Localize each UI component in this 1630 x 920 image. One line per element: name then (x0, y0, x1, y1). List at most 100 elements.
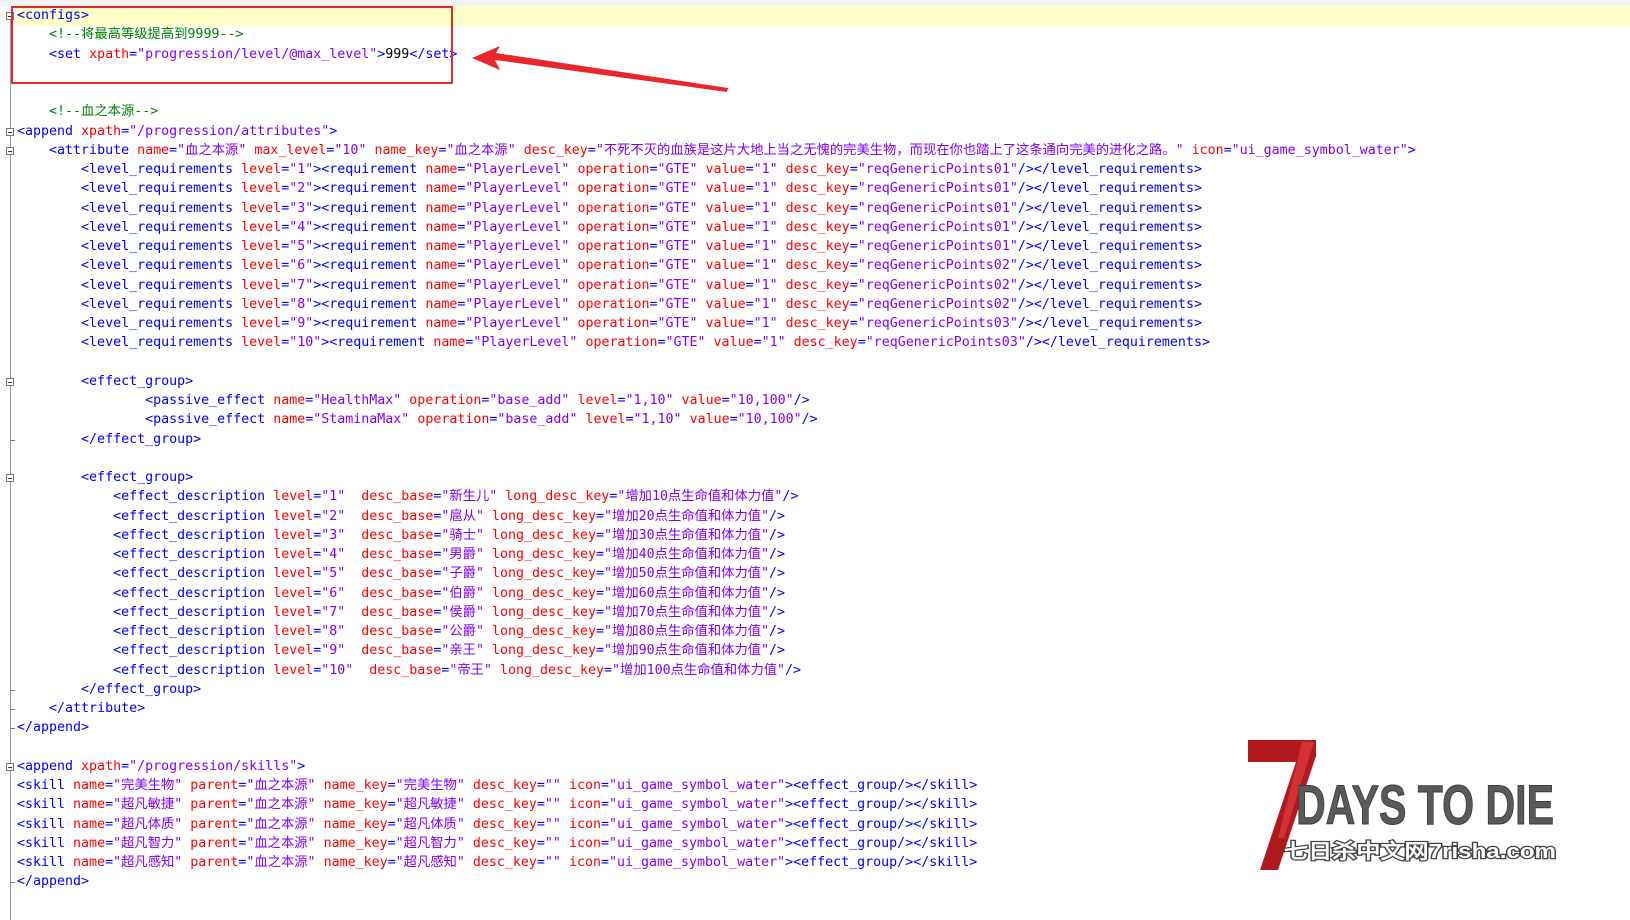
code-token: > (329, 123, 338, 139)
code-token: "" (544, 816, 561, 832)
code-token: = (753, 335, 762, 351)
code-token: "reqGenericPoints03" (865, 335, 1026, 351)
code-line[interactable]: </append> (17, 718, 89, 738)
code-token: "10,100" (737, 412, 802, 428)
code-token: ><requirement (313, 219, 426, 235)
code-editor[interactable]: <configs> <!--将最高等级提高到9999--> <set xpath… (0, 0, 1630, 920)
code-token: level (241, 181, 282, 197)
code-token: <level_requirements (81, 258, 242, 274)
code-line[interactable]: <skill name="超凡智力" parent="血之本源" name_ke… (17, 834, 977, 854)
code-line[interactable]: <effect_description level="5" desc_base=… (17, 564, 785, 584)
code-token: ><requirement (313, 181, 426, 197)
code-token: desc_base (345, 547, 434, 562)
fold-toggle-icon[interactable] (6, 474, 14, 482)
code-token: ><effect_group/></skill> (785, 816, 978, 832)
code-token: = (600, 778, 609, 793)
code-line[interactable]: <level_requirements level="3"><requireme… (17, 199, 1202, 219)
code-token: "reqGenericPoints01" (857, 239, 1018, 254)
code-line[interactable]: <level_requirements level="5"><requireme… (17, 237, 1202, 257)
code-line[interactable]: <effect_description level="7" desc_base=… (17, 603, 785, 623)
code-line[interactable]: </append> (17, 872, 89, 892)
fold-toggle-icon[interactable] (6, 146, 14, 155)
code-line[interactable]: <passive_effect name = "StaminaMax" operat… (17, 410, 818, 430)
code-line[interactable]: <level_requirements level="10"><requirem… (17, 333, 1210, 353)
code-token: ><requirement (313, 239, 426, 254)
code-line[interactable]: <passive_effect name = "HealthMax" operati… (17, 391, 810, 411)
code-line[interactable]: <effect_group> (17, 372, 193, 392)
code-token: = (587, 142, 596, 158)
code-token: "超凡感知" (113, 855, 183, 870)
code-token: "增加10点生命值和体力值" (617, 489, 783, 505)
code-line[interactable]: <attribute name="血之本源" max_level="10" na… (17, 141, 1416, 161)
code-token: <effect_description (113, 643, 274, 659)
code-token: "PlayerLevel" (473, 335, 578, 351)
code-line[interactable]: <!--血之本源--> (17, 102, 158, 122)
code-token: value (697, 239, 746, 254)
code-line[interactable]: <effect_description level="8" desc_base=… (17, 622, 785, 642)
code-token: = (1223, 142, 1232, 158)
code-line[interactable]: <effect_group> (17, 468, 193, 488)
code-line[interactable]: <skill name="完美生物" parent="血之本源" name_ke… (17, 776, 977, 796)
code-token: "1" (753, 258, 778, 274)
code-token: name (73, 797, 106, 813)
code-token: = (596, 643, 605, 659)
code-token: = (849, 200, 858, 216)
code-token: "完美生物" (395, 778, 465, 793)
code-line[interactable]: </effect_group> (17, 430, 201, 450)
code-token: "扈从" (441, 508, 484, 524)
code-line[interactable]: <effect_description level="9" desc_base=… (17, 641, 785, 661)
code-line[interactable]: <level_requirements level="4"><requireme… (17, 218, 1202, 238)
code-line[interactable]: <level_requirements level="8"><requireme… (17, 295, 1202, 315)
code-line[interactable]: <skill name="超凡体质" parent="血之本源" name_ke… (17, 815, 977, 835)
code-token: level (273, 566, 314, 582)
code-token: <passive_effect (145, 412, 274, 428)
fold-toggle-icon[interactable] (6, 377, 14, 386)
code-line[interactable]: <skill name="超凡感知" parent="血之本源" name_ke… (17, 853, 977, 873)
code-line[interactable]: <level_requirements level="6"><requireme… (17, 256, 1202, 276)
code-token: </append> (17, 874, 90, 890)
code-line[interactable]: <effect_description level="3" desc_base=… (17, 526, 785, 546)
code-token: name (425, 296, 458, 312)
code-line[interactable]: <level_requirements level="2"><requireme… (17, 179, 1202, 199)
code-line[interactable]: <level_requirements level="7"><requireme… (17, 276, 1202, 296)
code-token: level (241, 296, 282, 312)
fold-toggle-icon[interactable] (6, 762, 14, 771)
code-token: desc_key (464, 835, 537, 851)
code-token: "增加40点生命值和体力值" (604, 547, 770, 562)
code-token: <effect_group> (81, 470, 194, 485)
code-token: <effect_description (113, 624, 274, 639)
code-line[interactable]: </attribute> (17, 699, 145, 719)
code-line[interactable]: <append xpath="/progression/attributes"> (17, 122, 337, 142)
code-line[interactable]: </effect_group> (17, 680, 201, 700)
code-token: parent (182, 778, 239, 793)
code-token: <attribute (49, 142, 138, 158)
code-token: "reqGenericPoints01" (857, 162, 1018, 177)
code-token: = (536, 797, 545, 813)
code-token: "增加60点生命值和体力值" (604, 585, 770, 601)
code-token: level (241, 335, 282, 351)
code-token: long_desc_key (483, 585, 597, 601)
code-line[interactable]: <effect_description level = "10" desc_base… (17, 661, 801, 681)
code-line[interactable]: <level_requirements level="1"><requireme… (17, 160, 1202, 180)
code-token: = (596, 508, 605, 524)
code-token: desc_base (345, 566, 434, 582)
code-token: "5" (321, 566, 346, 582)
code-token: level (273, 585, 314, 601)
code-line[interactable]: <effect_description level="6" desc_base=… (17, 584, 785, 604)
fold-toggle-icon[interactable] (6, 127, 14, 136)
code-token: desc_key (777, 162, 850, 177)
code-token: ><requirement (313, 258, 426, 274)
code-token: name_key (315, 778, 388, 793)
code-line[interactable]: <effect_description level="1" desc_base=… (17, 487, 798, 507)
code-line[interactable]: <skill name="超凡敏捷" parent="血之本源" name_ke… (17, 795, 977, 815)
code-line[interactable]: <effect_description level="2" desc_base=… (17, 507, 785, 527)
code-line[interactable]: <effect_description level="4" desc_base=… (17, 545, 785, 565)
code-token: parent (182, 797, 239, 813)
code-line[interactable]: <level_requirements level="9"><requireme… (17, 314, 1202, 334)
code-token: name (73, 855, 106, 870)
code-token: "增加90点生命值和体力值" (604, 643, 770, 659)
code-line[interactable]: <append xpath="/progression/skills"> (17, 757, 305, 777)
code-token: = (745, 296, 754, 312)
